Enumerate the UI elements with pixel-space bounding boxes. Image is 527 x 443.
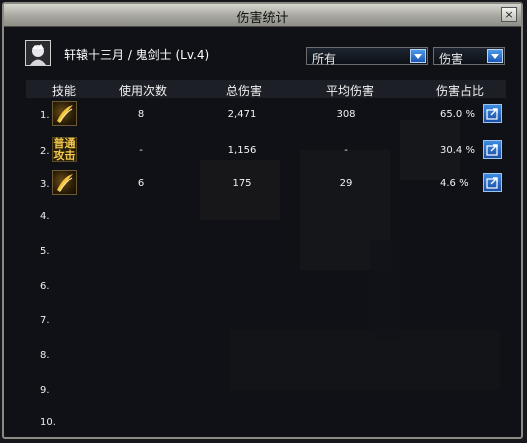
- total-damage-cell: 175: [232, 178, 252, 189]
- row-index: 5.: [40, 246, 50, 257]
- table-row: 2. 普通攻击 - 1,156 - 30.4 %: [26, 137, 506, 163]
- export-button[interactable]: [483, 140, 502, 159]
- row-index: 10.: [40, 417, 56, 428]
- avg-damage-cell: -: [344, 145, 348, 156]
- scope-dropdown[interactable]: 所有: [306, 47, 428, 66]
- avatar: [25, 40, 51, 66]
- export-button[interactable]: [483, 104, 502, 123]
- col-ratio: 伤害占比: [435, 84, 485, 98]
- total-damage-cell: 2,471: [227, 109, 257, 120]
- close-button[interactable]: ×: [501, 7, 517, 22]
- slash-skill-icon: [52, 101, 77, 126]
- table-row: 7.: [26, 308, 506, 334]
- metric-value: 伤害: [439, 52, 464, 66]
- table-row: 5.: [26, 239, 506, 265]
- title-bar[interactable]: 伤害统计 ×: [4, 4, 521, 27]
- share-icon: [486, 108, 498, 120]
- scope-value: 所有: [312, 52, 337, 66]
- ratio-cell: 30.4 %: [440, 145, 475, 156]
- uses-cell: -: [139, 145, 143, 156]
- slash-skill-icon: [52, 170, 77, 195]
- table-row: 4.: [26, 204, 506, 230]
- row-index: 1.: [40, 110, 50, 121]
- normal-attack-icon: 普通攻击: [52, 137, 77, 162]
- row-index: 7.: [40, 315, 50, 326]
- chevron-down-icon[interactable]: [410, 49, 426, 63]
- row-index: 2.: [40, 146, 50, 157]
- metric-dropdown[interactable]: 伤害: [433, 47, 505, 66]
- col-uses: 使用次数: [118, 84, 168, 98]
- share-icon: [486, 177, 498, 189]
- share-icon: [486, 144, 498, 156]
- avg-damage-cell: 29: [339, 178, 353, 189]
- table-header: 技能 使用次数 总伤害 平均伤害 伤害占比: [26, 80, 506, 98]
- character-portrait-icon: [30, 44, 46, 65]
- chevron-down-icon[interactable]: [487, 49, 503, 63]
- row-index: 4.: [40, 211, 50, 222]
- ratio-cell: 4.6 %: [440, 178, 469, 189]
- table-row: 6.: [26, 274, 506, 300]
- ratio-cell: 65.0 %: [440, 109, 475, 120]
- export-button[interactable]: [483, 173, 502, 192]
- window-title: 伤害统计: [236, 11, 289, 26]
- row-index: 8.: [40, 350, 50, 361]
- total-damage-cell: 1,156: [227, 145, 257, 156]
- row-index: 3.: [40, 179, 50, 190]
- table-row: 1. 8 2,471 308 65.0 %: [26, 101, 506, 127]
- table-row: 3. 6 175 29 4.6 %: [26, 170, 506, 196]
- table-row: 10.: [26, 410, 506, 436]
- col-skill: 技能: [51, 84, 77, 98]
- col-avg: 平均伤害: [325, 84, 375, 98]
- character-name: 轩辕十三月 / 鬼剑士 (Lv.4): [64, 48, 210, 62]
- row-index: 6.: [40, 281, 50, 292]
- col-total: 总伤害: [225, 84, 263, 98]
- avg-damage-cell: 308: [336, 109, 356, 120]
- table-row: 9.: [26, 378, 506, 404]
- row-index: 9.: [40, 385, 50, 396]
- table-row: 8.: [26, 343, 506, 369]
- damage-stats-window: 伤害统计 × 轩辕十三月 / 鬼剑士 (Lv.4) 所有 伤害 技能 使用次数 …: [2, 2, 523, 439]
- uses-cell: 8: [137, 109, 145, 120]
- uses-cell: 6: [137, 178, 145, 189]
